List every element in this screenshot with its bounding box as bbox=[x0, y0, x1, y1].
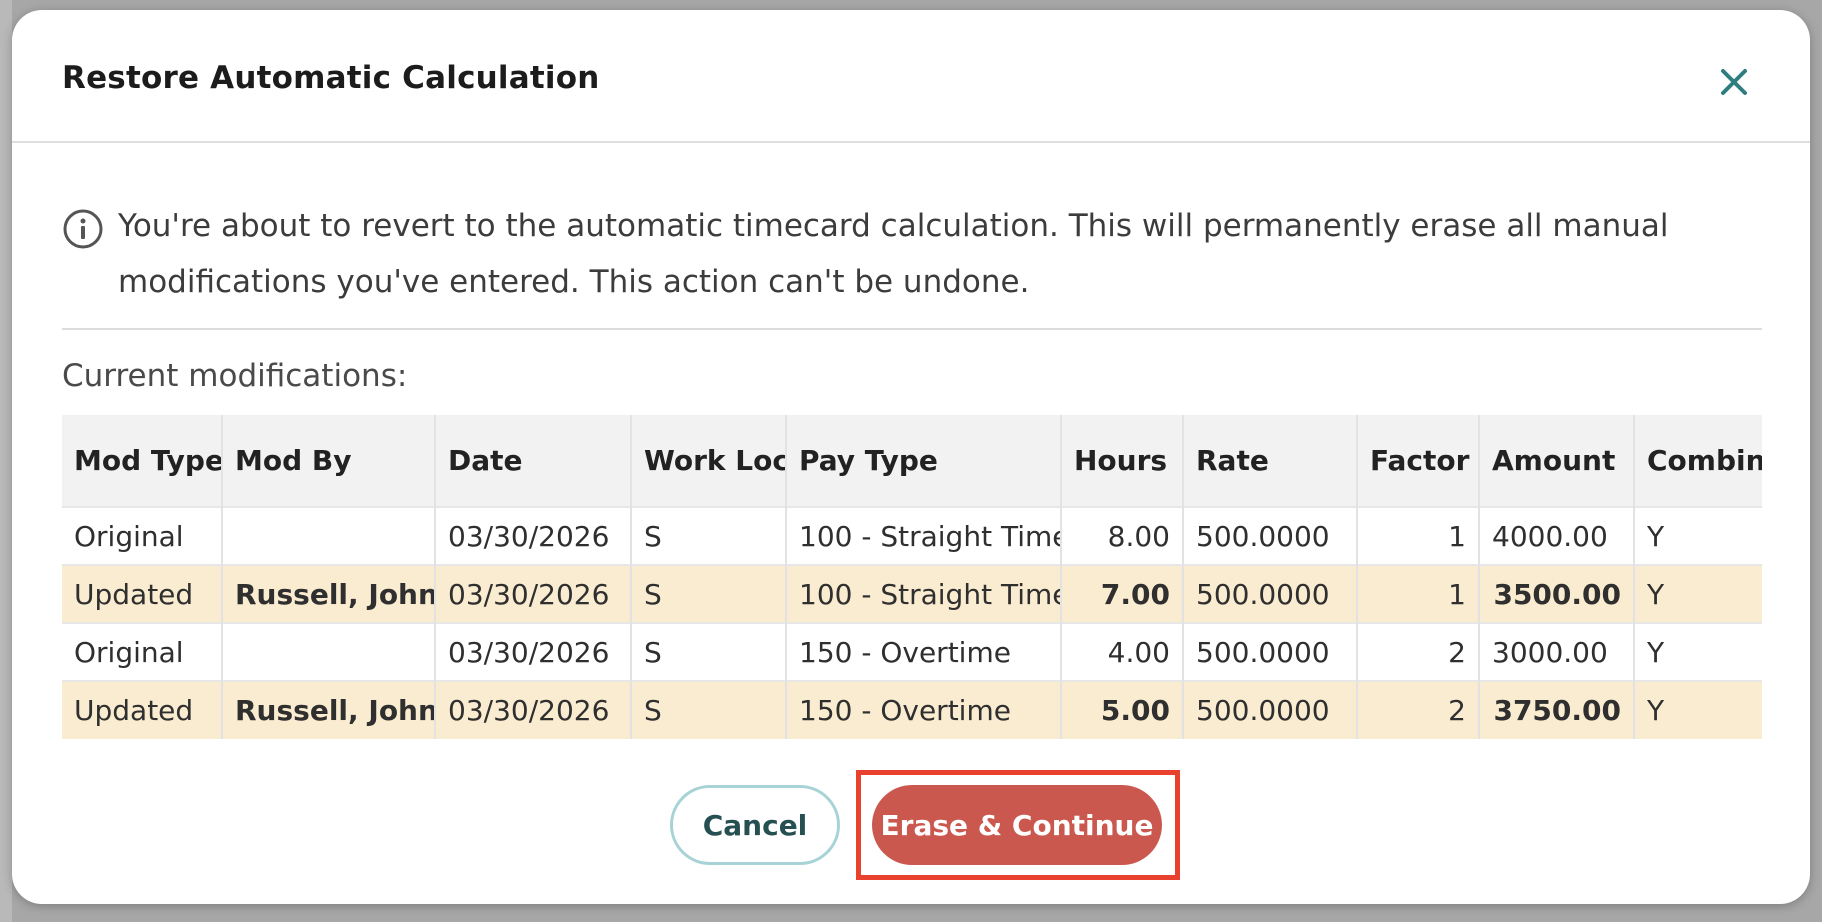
cell-rate: 500.0000 bbox=[1183, 506, 1358, 565]
cell-mod-type: Original bbox=[62, 506, 223, 565]
dialog-header: Restore Automatic Calculation bbox=[12, 10, 1810, 143]
cell-combine: Y bbox=[1634, 564, 1762, 623]
dialog-actions: Cancel Erase & Continue bbox=[12, 770, 1810, 880]
column-header[interactable]: Work Loc bbox=[631, 415, 787, 507]
cell-pay-type: 100 - Straight Time bbox=[786, 506, 1062, 565]
cell-pay-type: 150 - Overtime bbox=[786, 622, 1062, 681]
current-modifications-label: Current modifications: bbox=[62, 358, 408, 394]
cell-hours: 7.00 bbox=[1061, 564, 1184, 623]
cell-work-loc: S bbox=[631, 680, 787, 739]
cell-date: 03/30/2026 bbox=[435, 680, 632, 739]
column-header[interactable]: Amount bbox=[1479, 415, 1635, 507]
erase-and-continue-button[interactable]: Erase & Continue bbox=[872, 785, 1162, 865]
cell-rate: 500.0000 bbox=[1183, 680, 1358, 739]
close-icon bbox=[1721, 69, 1747, 95]
cell-hours: 8.00 bbox=[1061, 506, 1184, 565]
cell-work-loc: S bbox=[631, 622, 787, 681]
cell-date: 03/30/2026 bbox=[435, 506, 632, 565]
column-header[interactable]: Date bbox=[435, 415, 632, 507]
cell-rate: 500.0000 bbox=[1183, 564, 1358, 623]
cell-work-loc: S bbox=[631, 506, 787, 565]
cell-mod-by: Russell, Johns bbox=[222, 680, 436, 739]
column-header[interactable]: Pay Type bbox=[786, 415, 1062, 507]
cell-mod-by: Russell, Johns bbox=[222, 564, 436, 623]
notice-text: You're about to revert to the automatic … bbox=[118, 208, 1669, 300]
cell-amount: 3500.00 bbox=[1479, 564, 1635, 623]
cell-amount: 3750.00 bbox=[1479, 680, 1635, 739]
cell-pay-type: 150 - Overtime bbox=[786, 680, 1062, 739]
cell-date: 03/30/2026 bbox=[435, 622, 632, 681]
column-header[interactable]: Mod By bbox=[222, 415, 436, 507]
column-header[interactable]: Factor bbox=[1357, 415, 1480, 507]
cell-hours: 5.00 bbox=[1061, 680, 1184, 739]
cell-factor: 2 bbox=[1357, 680, 1480, 739]
table-row: Updated Russell, Johns 03/30/2026 S 150 … bbox=[62, 680, 1762, 739]
warning-notice: You're about to revert to the automatic … bbox=[62, 198, 1762, 326]
modifications-table: Mod Type Mod By Date Work Loc Pay Type H… bbox=[62, 415, 1762, 739]
cell-amount: 3000.00 bbox=[1479, 622, 1635, 681]
cell-hours: 4.00 bbox=[1061, 622, 1184, 681]
column-header[interactable]: Rate bbox=[1183, 415, 1358, 507]
cell-combine: Y bbox=[1634, 622, 1762, 681]
table-row: Original 03/30/2026 S 100 - Straight Tim… bbox=[62, 506, 1762, 565]
cell-mod-type: Original bbox=[62, 622, 223, 681]
cell-combine: Y bbox=[1634, 506, 1762, 565]
cell-date: 03/30/2026 bbox=[435, 564, 632, 623]
cell-mod-type: Updated bbox=[62, 680, 223, 739]
background-sidebar-edge bbox=[0, 0, 12, 922]
table-header-row: Mod Type Mod By Date Work Loc Pay Type H… bbox=[62, 415, 1762, 507]
info-icon bbox=[63, 209, 103, 249]
cell-mod-type: Updated bbox=[62, 564, 223, 623]
divider bbox=[62, 328, 1762, 330]
dialog-title: Restore Automatic Calculation bbox=[62, 60, 600, 96]
cell-mod-by bbox=[222, 506, 436, 565]
table-row: Original 03/30/2026 S 150 - Overtime 4.0… bbox=[62, 622, 1762, 681]
column-header[interactable]: Mod Type bbox=[62, 415, 223, 507]
close-button[interactable] bbox=[1712, 60, 1756, 104]
column-header[interactable]: Hours bbox=[1061, 415, 1184, 507]
cell-work-loc: S bbox=[631, 564, 787, 623]
cell-factor: 1 bbox=[1357, 506, 1480, 565]
cell-amount: 4000.00 bbox=[1479, 506, 1635, 565]
restore-calculation-dialog: Restore Automatic Calculation You're abo… bbox=[12, 10, 1810, 904]
cell-rate: 500.0000 bbox=[1183, 622, 1358, 681]
cell-factor: 2 bbox=[1357, 622, 1480, 681]
table-row: Updated Russell, Johns 03/30/2026 S 100 … bbox=[62, 564, 1762, 623]
cell-pay-type: 100 - Straight Time bbox=[786, 564, 1062, 623]
cell-mod-by bbox=[222, 622, 436, 681]
cell-combine: Y bbox=[1634, 680, 1762, 739]
column-header[interactable]: Combine bbox=[1634, 415, 1762, 507]
cell-factor: 1 bbox=[1357, 564, 1480, 623]
cancel-button[interactable]: Cancel bbox=[670, 785, 840, 865]
modifications-table-container[interactable]: Mod Type Mod By Date Work Loc Pay Type H… bbox=[62, 415, 1762, 739]
